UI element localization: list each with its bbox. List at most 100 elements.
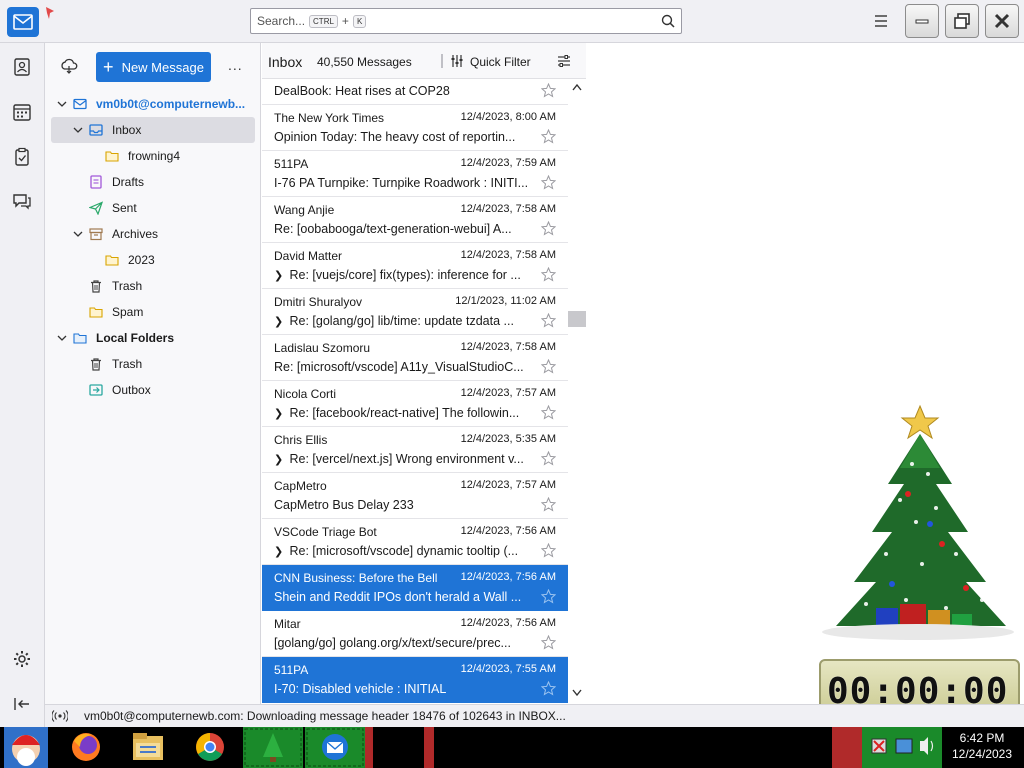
message-row[interactable]: VSCode Triage Bot 12/4/2023, 7:56 AM ❯ R… bbox=[262, 519, 568, 565]
star-icon[interactable] bbox=[541, 405, 556, 420]
get-messages-icon[interactable] bbox=[60, 57, 78, 75]
scrollbar-thumb[interactable] bbox=[568, 311, 586, 327]
message-row[interactable]: Nicola Corti 12/4/2023, 7:57 AM ❯ Re: [f… bbox=[262, 381, 568, 427]
chat-icon[interactable] bbox=[12, 191, 32, 211]
account-row[interactable]: vm0b0t@computernewb... bbox=[51, 91, 255, 117]
system-tray[interactable] bbox=[862, 727, 942, 768]
message-row-selected[interactable]: 511PA 12/4/2023, 7:55 AM I-70: Disabled … bbox=[262, 657, 568, 703]
message-row[interactable]: Chris Ellis 12/4/2023, 5:35 AM ❯ Re: [ve… bbox=[262, 427, 568, 473]
chevron-down-icon[interactable] bbox=[57, 99, 67, 109]
folder-inbox[interactable]: Inbox bbox=[51, 117, 255, 143]
thunderbird-icon[interactable] bbox=[305, 727, 365, 768]
mail-space-button[interactable] bbox=[7, 7, 39, 37]
message-row[interactable]: DealBook: Heat rises at COP28 bbox=[262, 79, 568, 105]
message-row[interactable]: The New York Times 12/4/2023, 8:00 AM Op… bbox=[262, 105, 568, 151]
message-row[interactable]: 511PA 12/4/2023, 7:59 AM I-76 PA Turnpik… bbox=[262, 151, 568, 197]
folder-icon bbox=[89, 307, 103, 318]
message-sender: Nicola Corti bbox=[274, 387, 337, 401]
thread-expand-icon[interactable]: ❯ bbox=[274, 315, 286, 328]
settings-gear-icon[interactable] bbox=[12, 649, 32, 669]
online-status-icon[interactable] bbox=[52, 710, 68, 722]
pin-icon bbox=[46, 7, 54, 19]
local-folders-row[interactable]: Local Folders bbox=[51, 325, 255, 351]
scroll-up-icon[interactable] bbox=[572, 83, 582, 91]
message-row[interactable]: CapMetro 12/4/2023, 7:57 AM CapMetro Bus… bbox=[262, 473, 568, 519]
message-row[interactable]: Wang Anjie 12/4/2023, 7:58 AM Re: [oobab… bbox=[262, 197, 568, 243]
folder-drafts[interactable]: Drafts bbox=[51, 169, 255, 195]
minimize-button[interactable] bbox=[905, 4, 939, 38]
chevron-down-icon[interactable] bbox=[73, 229, 83, 239]
star-icon[interactable] bbox=[541, 359, 556, 374]
plus-icon: + bbox=[103, 57, 114, 77]
thread-expand-icon[interactable]: ❯ bbox=[274, 453, 286, 466]
chevron-down-icon[interactable] bbox=[73, 125, 83, 135]
message-subject: I-70: Disabled vehicle : INITIAL bbox=[274, 682, 447, 696]
address-book-icon[interactable] bbox=[12, 57, 32, 77]
message-date: 12/4/2023, 8:00 AM bbox=[460, 111, 556, 123]
collapse-spaces-icon[interactable] bbox=[12, 694, 32, 714]
thread-expand-icon[interactable]: ❯ bbox=[274, 407, 286, 420]
folder-2023[interactable]: 2023 bbox=[51, 247, 255, 273]
message-sender: Ladislau Szomoru bbox=[274, 341, 371, 355]
star-icon[interactable] bbox=[541, 267, 556, 282]
star-icon[interactable] bbox=[541, 83, 556, 98]
start-santa-icon[interactable] bbox=[4, 727, 48, 768]
folder-label: 2023 bbox=[128, 253, 155, 267]
close-button[interactable] bbox=[985, 4, 1019, 38]
message-sender: Dmitri Shuralyov bbox=[274, 295, 363, 309]
search-input[interactable]: Search... CTRL + K bbox=[250, 8, 682, 34]
file-explorer-icon[interactable] bbox=[128, 727, 168, 768]
sent-icon bbox=[89, 201, 103, 215]
folder-sent[interactable]: Sent bbox=[51, 195, 255, 221]
minimize-icon bbox=[915, 19, 929, 24]
message-date: 12/4/2023, 7:58 AM bbox=[460, 203, 556, 215]
message-date: 12/4/2023, 5:35 AM bbox=[460, 433, 556, 445]
scroll-down-icon[interactable] bbox=[572, 689, 582, 697]
star-icon[interactable] bbox=[541, 129, 556, 144]
folder-pane-more-button[interactable]: ... bbox=[228, 57, 243, 73]
star-icon[interactable] bbox=[541, 221, 556, 236]
folder-trash[interactable]: Trash bbox=[51, 273, 255, 299]
taskbar-divider bbox=[365, 727, 373, 768]
tasks-icon[interactable] bbox=[12, 147, 32, 167]
star-icon[interactable] bbox=[541, 543, 556, 558]
message-row[interactable]: Dmitri Shuralyov 12/1/2023, 11:02 AM ❯ R… bbox=[262, 289, 568, 335]
folder-label: Trash bbox=[112, 357, 143, 371]
folder-spam[interactable]: Spam bbox=[51, 299, 255, 325]
chevron-down-icon[interactable] bbox=[57, 333, 67, 343]
app-menu-icon[interactable] bbox=[872, 13, 890, 29]
star-icon[interactable] bbox=[541, 451, 556, 466]
quick-filter-button[interactable]: Quick Filter bbox=[470, 55, 531, 69]
message-list-scrollbar[interactable] bbox=[568, 79, 586, 704]
star-icon[interactable] bbox=[541, 589, 556, 604]
message-sender: Wang Anjie bbox=[274, 203, 335, 217]
taskbar-tree-app-icon[interactable] bbox=[243, 727, 303, 768]
message-row[interactable]: David Matter 12/4/2023, 7:58 AM ❯ Re: [v… bbox=[262, 243, 568, 289]
firefox-icon[interactable] bbox=[66, 727, 106, 768]
restore-button[interactable] bbox=[945, 4, 979, 38]
search-icon[interactable] bbox=[661, 14, 675, 28]
star-icon[interactable] bbox=[541, 497, 556, 512]
star-icon[interactable] bbox=[541, 313, 556, 328]
message-date: 12/1/2023, 11:02 AM bbox=[455, 295, 556, 307]
message-row-selected[interactable]: CNN Business: Before the Bell 12/4/2023,… bbox=[262, 565, 568, 611]
star-icon[interactable] bbox=[541, 175, 556, 190]
taskbar-clock[interactable]: 6:42 PM 12/24/2023 bbox=[944, 730, 1020, 762]
thread-expand-icon[interactable]: ❯ bbox=[274, 545, 286, 558]
thread-expand-icon[interactable]: ❯ bbox=[274, 269, 286, 282]
message-row[interactable]: Ladislau Szomoru 12/4/2023, 7:58 AM Re: … bbox=[262, 335, 568, 381]
folder-outbox[interactable]: Outbox bbox=[51, 377, 255, 403]
folder-frowning4[interactable]: frowning4 bbox=[51, 143, 255, 169]
calendar-icon[interactable] bbox=[12, 102, 32, 122]
message-date: 12/4/2023, 7:56 AM bbox=[460, 525, 556, 537]
message-subject: Re: [golang/go] lib/time: update tzdata … bbox=[289, 314, 514, 328]
star-icon[interactable] bbox=[541, 681, 556, 696]
display-options-icon[interactable] bbox=[557, 54, 571, 68]
star-icon[interactable] bbox=[541, 635, 556, 650]
message-row[interactable]: Mitar 12/4/2023, 7:56 AM [golang/go] gol… bbox=[262, 611, 568, 657]
message-date: 12/4/2023, 7:55 AM bbox=[460, 663, 556, 675]
folder-archives[interactable]: Archives bbox=[51, 221, 255, 247]
folder-local-trash[interactable]: Trash bbox=[51, 351, 255, 377]
chrome-icon[interactable] bbox=[190, 727, 230, 768]
new-message-button[interactable]: + New Message bbox=[96, 52, 211, 82]
